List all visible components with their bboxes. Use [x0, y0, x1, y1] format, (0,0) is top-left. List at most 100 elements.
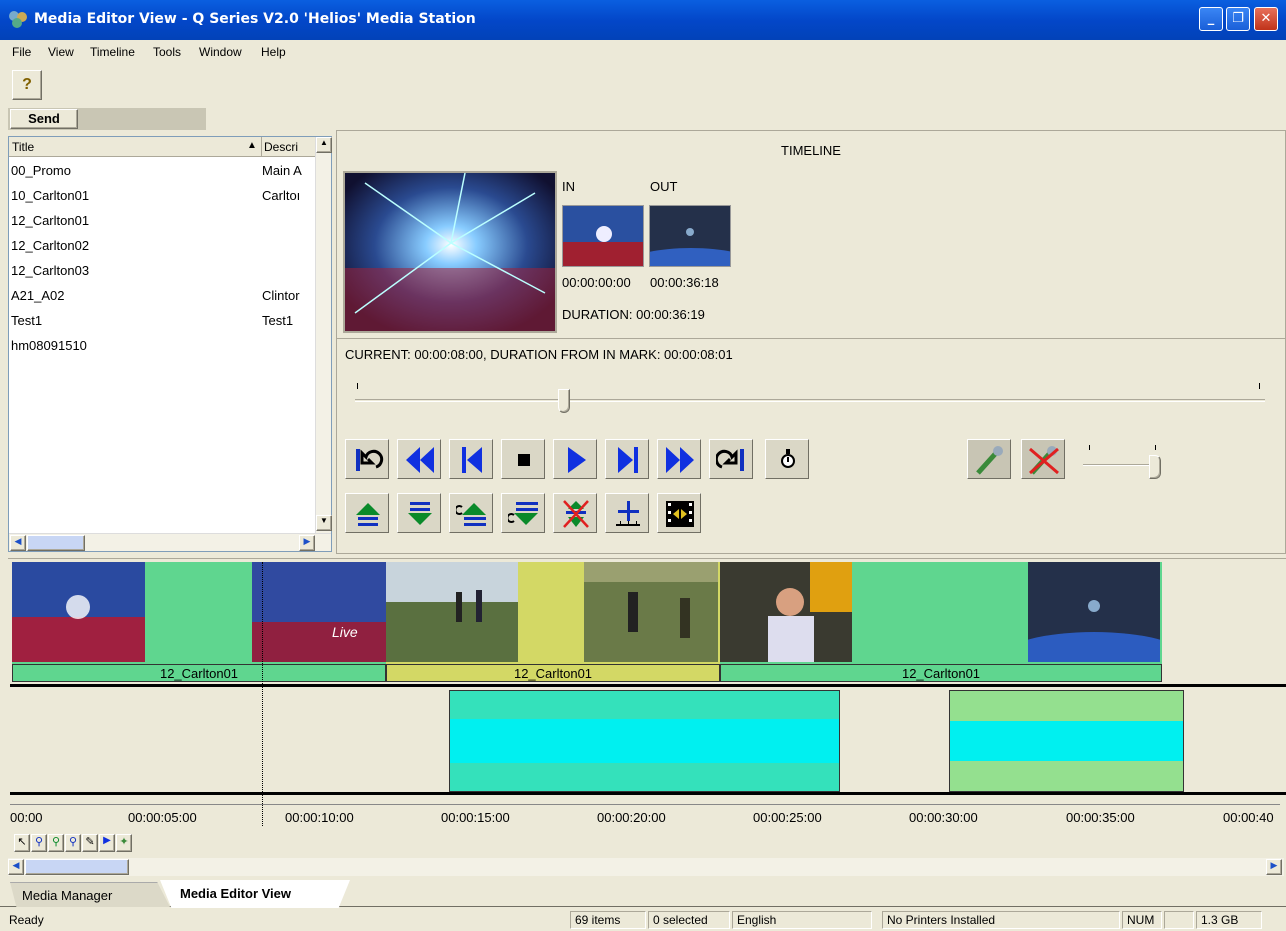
- item-desc: Clintor: [262, 288, 300, 303]
- fast-forward-button[interactable]: [657, 439, 701, 479]
- menu-timeline[interactable]: Timeline: [90, 45, 135, 59]
- record-audio-button[interactable]: [967, 439, 1011, 479]
- list-item[interactable]: hm08091510: [11, 338, 311, 358]
- go-to-out-button[interactable]: [709, 439, 753, 479]
- menu-window[interactable]: Window: [199, 45, 242, 59]
- mute-audio-button[interactable]: [1021, 439, 1065, 479]
- in-time: 00:00:00:00: [562, 275, 631, 290]
- go-mark-in-button[interactable]: [449, 493, 493, 533]
- scroll-right-icon[interactable]: ▶: [299, 535, 315, 551]
- list-hscrollbar[interactable]: ◀ ▶: [9, 533, 331, 551]
- step-forward-button[interactable]: [605, 439, 649, 479]
- scroll-right-icon[interactable]: ▶: [1266, 859, 1282, 875]
- list-item[interactable]: A21_A02 Clintor: [11, 288, 311, 308]
- clip-thumbnail: [386, 562, 518, 662]
- item-title: 10_Carlton01: [11, 188, 90, 203]
- column-description[interactable]: Descri: [264, 140, 298, 154]
- ruler-label: 00:00:15:00: [441, 810, 510, 825]
- add-marker-button[interactable]: [605, 493, 649, 533]
- close-button[interactable]: ✕: [1254, 7, 1278, 31]
- stop-button[interactable]: [501, 439, 545, 479]
- clip-label: 12_Carlton01: [12, 664, 386, 682]
- volume-tick-end: [1155, 445, 1156, 450]
- timer-button[interactable]: [765, 439, 809, 479]
- scrub-slider-thumb[interactable]: [558, 389, 571, 413]
- audio-clip[interactable]: [449, 690, 840, 792]
- insert-clip-button[interactable]: [657, 493, 701, 533]
- zoom-in-icon[interactable]: ⚲: [48, 834, 64, 852]
- scroll-down-icon[interactable]: ▼: [316, 515, 332, 531]
- list-item[interactable]: 00_Promo Main A: [11, 163, 311, 183]
- menu-file[interactable]: File: [12, 45, 31, 59]
- column-title[interactable]: Title: [12, 140, 34, 154]
- preview-image: [343, 171, 557, 333]
- clip-label-text: 12_Carlton01: [901, 666, 981, 681]
- tab-media-editor-view[interactable]: Media Editor View: [160, 880, 350, 908]
- scroll-up-icon[interactable]: ▲: [316, 137, 332, 153]
- app-icon: [8, 10, 28, 28]
- list-header: Title ▲ Descri: [9, 137, 315, 157]
- list-item[interactable]: 10_Carlton01 Carltoı: [11, 188, 311, 208]
- menu-tools[interactable]: Tools: [153, 45, 181, 59]
- minimize-button[interactable]: _: [1199, 7, 1223, 31]
- status-printers: No Printers Installed: [882, 911, 1120, 929]
- help-button[interactable]: ?: [12, 70, 42, 100]
- send-button[interactable]: Send: [10, 109, 78, 129]
- zoom-icon[interactable]: ⚲: [31, 834, 47, 852]
- timeline-hscrollbar[interactable]: ◀ ▶: [8, 858, 1284, 876]
- out-thumbnail: [649, 205, 731, 267]
- audio-clip[interactable]: [949, 690, 1184, 792]
- play-small-icon[interactable]: ▶: [99, 834, 115, 852]
- mark-in-button[interactable]: [345, 493, 389, 533]
- current-position-text: CURRENT: 00:00:08:00, DURATION FROM IN M…: [345, 347, 733, 362]
- scrub-track[interactable]: [355, 399, 1265, 402]
- track-separator: [10, 684, 1286, 687]
- menu-view[interactable]: View: [48, 45, 74, 59]
- list-vscrollbar[interactable]: ▲ ▼: [315, 137, 332, 533]
- scroll-left-icon[interactable]: ◀: [10, 535, 26, 551]
- go-to-in-button[interactable]: [345, 439, 389, 479]
- mark-out-button[interactable]: [397, 493, 441, 533]
- scroll-left-icon[interactable]: ◀: [8, 859, 24, 875]
- video-clip[interactable]: [386, 562, 720, 680]
- list-item[interactable]: 12_Carlton02: [11, 238, 311, 258]
- panel-heading: TIMELINE: [781, 143, 841, 158]
- list-item[interactable]: 12_Carlton03: [11, 263, 311, 283]
- mic-small-icon[interactable]: ✦: [116, 834, 132, 852]
- stopwatch-icon: [781, 449, 795, 468]
- tab-media-manager[interactable]: Media Manager: [10, 882, 170, 907]
- volume-track[interactable]: [1083, 464, 1153, 466]
- select-icon[interactable]: ↖: [14, 834, 30, 852]
- sort-icon: ▲: [247, 140, 257, 151]
- play-button[interactable]: [553, 439, 597, 479]
- scroll-thumb[interactable]: [25, 859, 129, 875]
- item-title: 12_Carlton02: [11, 238, 90, 253]
- playhead[interactable]: [262, 562, 263, 826]
- clear-marks-button[interactable]: [553, 493, 597, 533]
- rewind-button[interactable]: [397, 439, 441, 479]
- status-scrl: [1164, 911, 1194, 929]
- list-item[interactable]: Test1 Test1: [11, 313, 311, 333]
- step-back-button[interactable]: [449, 439, 493, 479]
- play-icon: [568, 447, 586, 473]
- list-item[interactable]: 12_Carlton01: [11, 213, 311, 233]
- restore-button[interactable]: ❐: [1226, 7, 1250, 31]
- svg-text:Live: Live: [332, 624, 358, 640]
- preview-panel: TIMELINE IN OUT 00:00:00:00 00:00:36:18 …: [336, 130, 1286, 554]
- video-clip[interactable]: [720, 562, 1162, 680]
- menu-help[interactable]: Help: [261, 45, 286, 59]
- go-mark-out-button[interactable]: [501, 493, 545, 533]
- status-num: NUM: [1122, 911, 1162, 929]
- item-title: 00_Promo: [11, 163, 71, 178]
- ruler-label: 00:00:30:00: [909, 810, 978, 825]
- clip-label: 12_Carlton01: [386, 664, 720, 682]
- pencil-icon[interactable]: ✎: [82, 834, 98, 852]
- item-title: 12_Carlton01: [11, 213, 90, 228]
- video-clip[interactable]: Live: [12, 562, 386, 680]
- clip-thumbnail: [12, 562, 145, 662]
- volume-slider-thumb[interactable]: [1149, 455, 1161, 479]
- clip-label-text: 12_Carlton01: [513, 666, 593, 681]
- zoom-out-icon[interactable]: ⚲: [65, 834, 81, 852]
- audio-waveform: [950, 691, 1183, 791]
- scroll-thumb[interactable]: [27, 535, 85, 551]
